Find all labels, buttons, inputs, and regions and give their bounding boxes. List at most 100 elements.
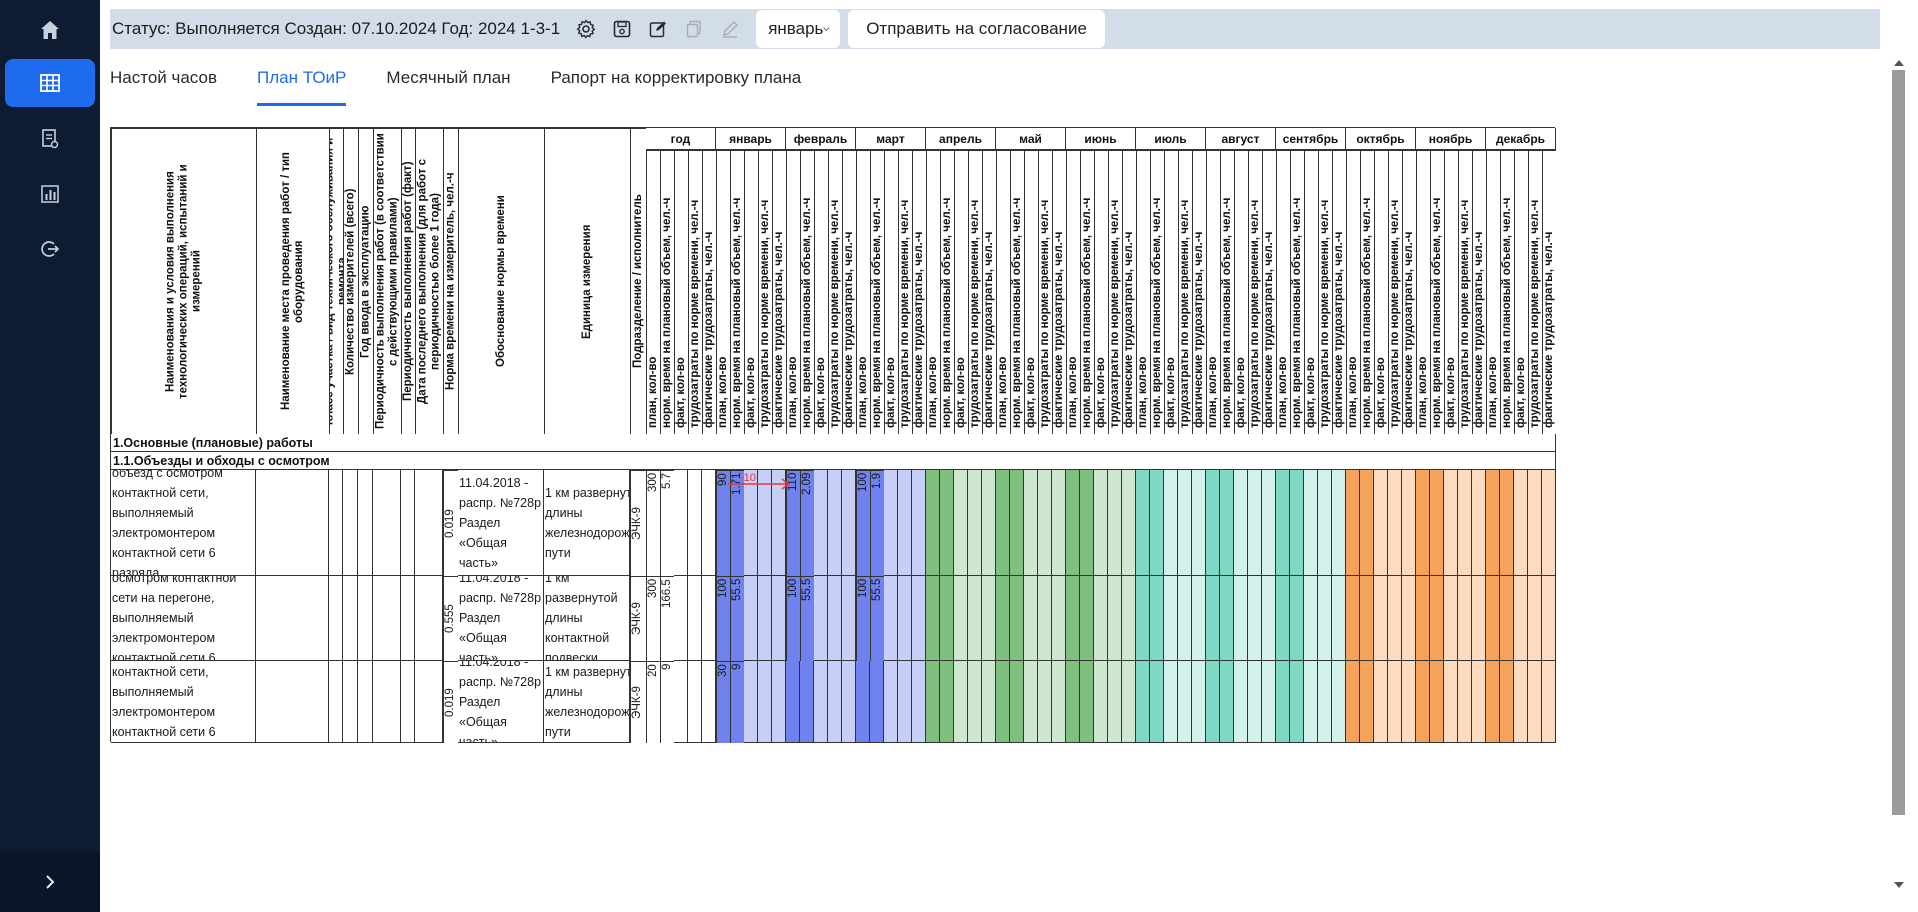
edit-button[interactable]	[640, 11, 676, 47]
value-cell[interactable]: 20	[646, 661, 660, 743]
pencil-button[interactable]	[712, 11, 748, 47]
value-cell	[1094, 576, 1108, 661]
value-cell	[1038, 661, 1052, 743]
sidebar-expand-button[interactable]	[0, 852, 100, 912]
empty-cell	[358, 576, 373, 661]
empty-cell	[415, 661, 443, 743]
value-cell	[1122, 661, 1136, 743]
value-cell[interactable]: 55.5	[800, 576, 814, 661]
column-header: Обоснование нормы времени	[458, 128, 544, 434]
value-cell	[912, 470, 926, 576]
value-cell	[1360, 661, 1374, 743]
empty-cell	[343, 661, 358, 743]
value-cell	[1500, 470, 1514, 576]
value-cell[interactable]: 1.71	[730, 470, 744, 576]
value-cell	[702, 576, 716, 661]
value-cell[interactable]: 100	[716, 576, 730, 661]
value-cell[interactable]: 300	[646, 470, 660, 576]
value-cell	[1206, 576, 1220, 661]
value-cell	[1472, 661, 1486, 743]
sub-column-header: фактические трудозатраты, чел.-ч	[702, 150, 716, 434]
sub-column-header: факт, кол-во	[1024, 150, 1038, 434]
sidebar-item-table[interactable]	[5, 59, 95, 107]
value-cell	[1444, 470, 1458, 576]
send-for-approval-button[interactable]: Отправить на согласование	[848, 10, 1105, 48]
value-cell	[1444, 576, 1458, 661]
copy-button[interactable]	[676, 11, 712, 47]
value-cell	[1388, 470, 1402, 576]
sub-column-header: норм. время на плановый объем, чел.-ч	[730, 150, 744, 434]
value-cell[interactable]: 55.5	[870, 576, 884, 661]
sub-column-header: норм. время на плановый объем, чел.-ч	[940, 150, 954, 434]
save-button[interactable]	[604, 11, 640, 47]
sub-column-header: трудозатраты по норме времени, чел.-ч	[1108, 150, 1122, 434]
sidebar-item-home[interactable]	[5, 6, 95, 54]
value-cell	[1346, 576, 1360, 661]
sub-column-header: фактические трудозатраты, чел.-ч	[1542, 150, 1556, 434]
tab-hours-setup[interactable]: Настой часов	[110, 64, 217, 106]
value-cell[interactable]: 100	[856, 576, 870, 661]
document-status: Статус: Выполняется Создан: 07.10.2024 Г…	[112, 19, 561, 38]
value-cell	[1458, 661, 1472, 743]
value-cell[interactable]: 30	[716, 661, 730, 743]
scroll-down-icon[interactable]	[1893, 880, 1905, 890]
value-cell[interactable]: 9	[660, 661, 674, 743]
sidebar-item-logout[interactable]	[5, 225, 95, 273]
value-cell[interactable]: 9	[730, 661, 744, 743]
value-cell	[828, 576, 842, 661]
value-cell	[1052, 470, 1066, 576]
sub-column-header: фактические трудозатраты, чел.-ч	[1332, 150, 1346, 434]
sub-column-header: план, кол-во	[996, 150, 1010, 434]
sidebar-item-chart[interactable]	[5, 170, 95, 218]
settings-button[interactable]	[568, 11, 604, 47]
vertical-scrollbar-thumb[interactable]	[1892, 70, 1905, 815]
sub-column-header: норм. время на плановый объем, чел.-ч	[870, 150, 884, 434]
value-cell[interactable]: 110	[786, 470, 800, 576]
value-cell[interactable]: 5.7	[660, 470, 674, 576]
value-cell	[856, 661, 870, 743]
period-header-9: сентябрь	[1276, 128, 1346, 150]
sub-column-header: план, кол-во	[1136, 150, 1150, 434]
value-cell	[1332, 661, 1346, 743]
sub-column-header: фактические трудозатраты, чел.-ч	[912, 150, 926, 434]
value-cell	[1430, 576, 1444, 661]
value-cell	[1346, 661, 1360, 743]
value-cell	[814, 661, 828, 743]
value-cell	[1276, 470, 1290, 576]
value-cell	[1136, 661, 1150, 743]
value-cell	[1234, 470, 1248, 576]
sidebar-item-report[interactable]	[5, 115, 95, 163]
value-cell[interactable]: 55.5	[730, 576, 744, 661]
sub-column-header: норм. время на плановый объем, чел.-ч	[1220, 150, 1234, 434]
scroll-up-icon[interactable]	[1893, 58, 1905, 68]
sub-column-header: норм. время на плановый объем, чел.-ч	[1360, 150, 1374, 434]
tab-monthly-plan[interactable]: Месячный план	[386, 64, 510, 106]
value-cell[interactable]: 90	[716, 470, 730, 576]
value-cell[interactable]: 100	[786, 576, 800, 661]
tab-correction-report[interactable]: Рапорт на корректировку плана	[551, 64, 802, 106]
column-header: Дата последнего выполнения (для работ с …	[415, 128, 443, 434]
period-header-11: ноябрь	[1416, 128, 1486, 150]
sub-column-header: фактические трудозатраты, чел.-ч	[982, 150, 996, 434]
basis-cell: 11.04.2018 - распр. №728р Раздел «Общая …	[458, 470, 544, 576]
value-cell	[674, 661, 688, 743]
tab-toir-plan[interactable]: План ТОиР	[257, 64, 347, 106]
value-cell	[982, 661, 996, 743]
value-cell	[1234, 661, 1248, 743]
value-cell[interactable]: 300	[646, 576, 660, 661]
empty-cell	[373, 470, 401, 576]
basis-cell: 11.04.2018 - распр. №728р Раздел «Общая …	[458, 576, 544, 661]
value-cell[interactable]: 2.09	[800, 470, 814, 576]
sub-column-header: трудозатраты по норме времени, чел.-ч	[1248, 150, 1262, 434]
period-header-1: январь	[716, 128, 786, 150]
value-cell[interactable]: 100	[856, 470, 870, 576]
month-select[interactable]: январь	[756, 10, 841, 48]
value-cell[interactable]: 1.9	[870, 470, 884, 576]
empty-cell	[329, 576, 343, 661]
value-cell	[912, 661, 926, 743]
value-cell	[968, 470, 982, 576]
value-cell	[870, 661, 884, 743]
value-cell[interactable]: 166.5	[660, 576, 674, 661]
column-header: Периодичность выполнения работ (в соотве…	[373, 128, 401, 434]
value-cell	[1080, 661, 1094, 743]
